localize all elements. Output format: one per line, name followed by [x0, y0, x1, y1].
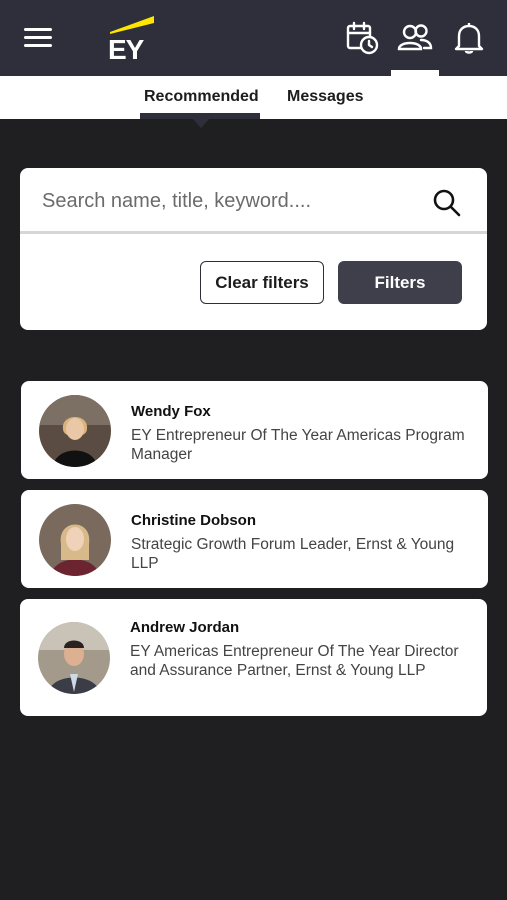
people-icon[interactable]	[397, 20, 433, 56]
person-title: Strategic Growth Forum Leader, Ernst & Y…	[131, 536, 455, 572]
top-app-bar: EY	[0, 0, 507, 76]
calendar-clock-icon[interactable]	[344, 20, 380, 56]
logo-beam-icon	[110, 16, 154, 34]
avatar	[39, 395, 111, 467]
tab-recommended[interactable]: Recommended	[144, 88, 259, 106]
person-name: Wendy Fox	[131, 403, 211, 420]
active-tab-caret	[193, 119, 209, 128]
search-icon[interactable]	[432, 188, 462, 218]
avatar	[38, 622, 110, 694]
person-title: EY Entrepreneur Of The Year Americas Pro…	[131, 427, 465, 463]
tab-messages[interactable]: Messages	[287, 88, 364, 106]
logo-text: EY	[108, 34, 144, 65]
person-card[interactable]: Christine Dobson Strategic Growth Forum …	[21, 490, 488, 588]
bell-icon[interactable]	[451, 20, 487, 56]
search-row	[20, 168, 487, 234]
menu-icon[interactable]	[24, 28, 52, 50]
clear-filters-button[interactable]: Clear filters	[200, 261, 324, 304]
person-card[interactable]: Andrew Jordan EY Americas Entrepreneur O…	[20, 599, 487, 716]
filters-button[interactable]: Filters	[338, 261, 462, 304]
ey-logo[interactable]: EY	[106, 14, 156, 65]
person-title: EY Americas Entrepreneur Of The Year Dir…	[130, 643, 459, 679]
avatar	[39, 504, 111, 576]
person-name: Andrew Jordan	[130, 619, 240, 636]
person-name: Christine Dobson	[131, 512, 257, 529]
search-card: Clear filters Filters	[20, 168, 487, 330]
person-card[interactable]: Wendy Fox EY Entrepreneur Of The Year Am…	[21, 381, 488, 479]
search-input[interactable]	[42, 186, 422, 216]
